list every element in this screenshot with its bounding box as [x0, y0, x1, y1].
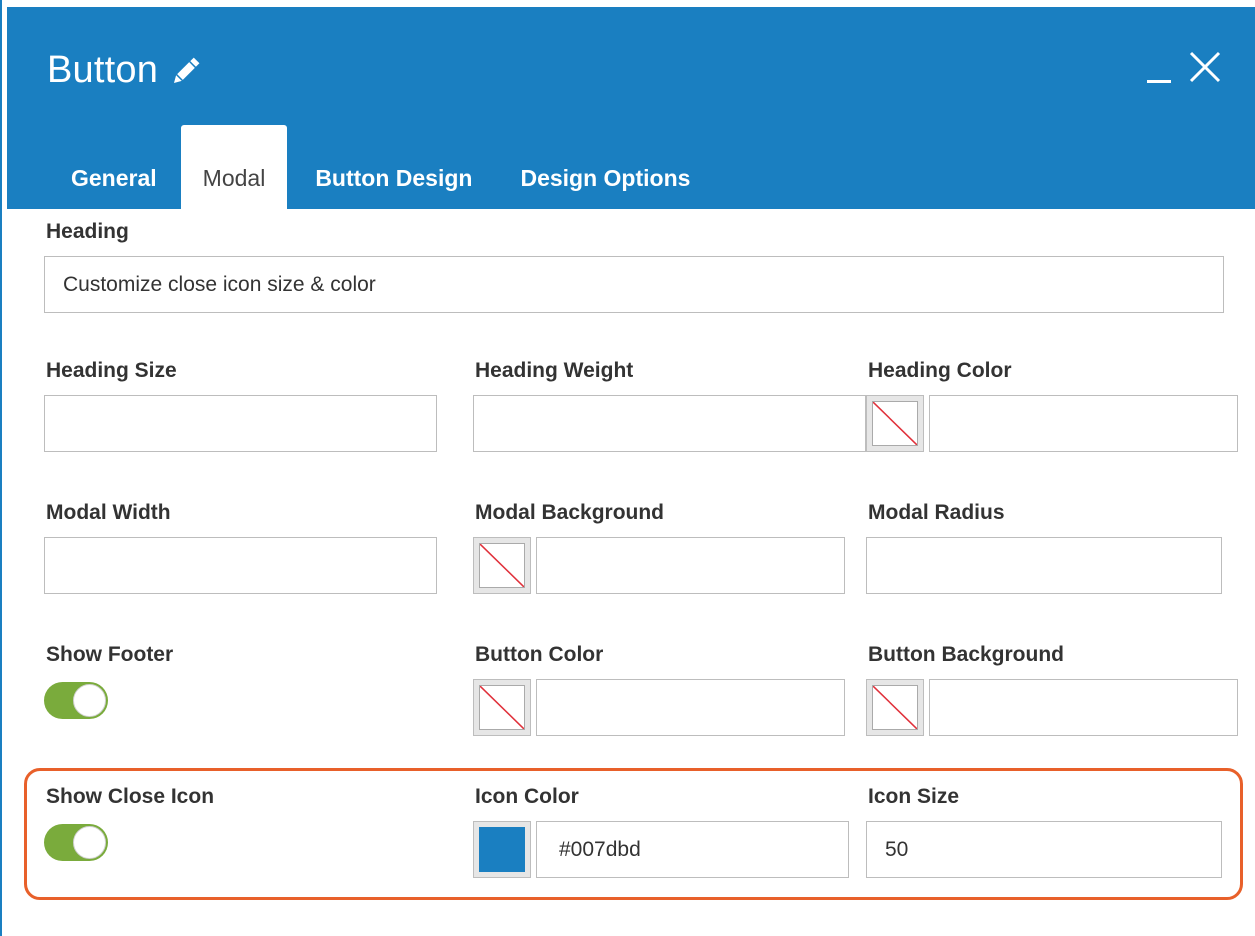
button-color-picker — [473, 679, 845, 736]
panel-header: Button General Modal Button Design Desig… — [7, 7, 1255, 209]
button-background-input[interactable] — [929, 679, 1238, 736]
no-color-swatch[interactable] — [473, 679, 531, 736]
modal-radius-label: Modal Radius — [868, 501, 1005, 524]
heading-size-input[interactable] — [44, 395, 437, 452]
heading-color-input[interactable] — [929, 395, 1238, 452]
heading-weight-label: Heading Weight — [475, 359, 634, 382]
tab-bar: General Modal Button Design Design Optio… — [49, 125, 714, 209]
pencil-icon[interactable] — [168, 53, 204, 89]
title-row: Button — [47, 49, 204, 92]
button-background-label: Button Background — [868, 643, 1064, 666]
show-footer-label: Show Footer — [46, 643, 174, 666]
toggle-knob — [73, 826, 106, 859]
heading-weight-input[interactable] — [473, 395, 866, 452]
tab-modal[interactable]: Modal — [180, 125, 288, 209]
tab-design-options[interactable]: Design Options — [496, 125, 714, 209]
no-color-swatch[interactable] — [866, 395, 924, 452]
button-color-input[interactable] — [536, 679, 845, 736]
modal-width-input[interactable] — [44, 537, 437, 594]
show-close-icon-toggle[interactable] — [44, 824, 108, 861]
show-close-icon-label: Show Close Icon — [46, 785, 215, 808]
no-color-swatch[interactable] — [866, 679, 924, 736]
toggle-knob — [73, 684, 106, 717]
no-color-swatch[interactable] — [473, 537, 531, 594]
heading-color-label: Heading Color — [868, 359, 1012, 382]
icon-color-input[interactable] — [536, 821, 849, 878]
modal-width-label: Modal Width — [46, 501, 171, 524]
left-border — [0, 0, 2, 936]
tab-button-design[interactable]: Button Design — [287, 125, 496, 209]
icon-size-input[interactable] — [866, 821, 1222, 878]
icon-color-picker — [473, 821, 849, 878]
icon-color-label: Icon Color — [475, 785, 579, 808]
modal-background-picker — [473, 537, 845, 594]
window-controls — [1143, 45, 1227, 89]
minimize-icon[interactable] — [1143, 45, 1177, 89]
modal-background-input[interactable] — [536, 537, 845, 594]
show-footer-toggle[interactable] — [44, 682, 108, 719]
heading-input[interactable] — [44, 256, 1224, 313]
icon-size-label: Icon Size — [868, 785, 960, 808]
color-swatch[interactable] — [473, 821, 531, 878]
modal-radius-input[interactable] — [866, 537, 1222, 594]
modal-background-label: Modal Background — [475, 501, 665, 524]
close-icon[interactable] — [1183, 45, 1227, 89]
button-background-picker — [866, 679, 1238, 736]
tab-general[interactable]: General — [49, 125, 181, 209]
heading-label: Heading — [46, 220, 129, 243]
heading-size-label: Heading Size — [46, 359, 177, 382]
panel-title: Button — [47, 49, 159, 91]
button-color-label: Button Color — [475, 643, 604, 666]
heading-color-picker — [866, 395, 1238, 452]
